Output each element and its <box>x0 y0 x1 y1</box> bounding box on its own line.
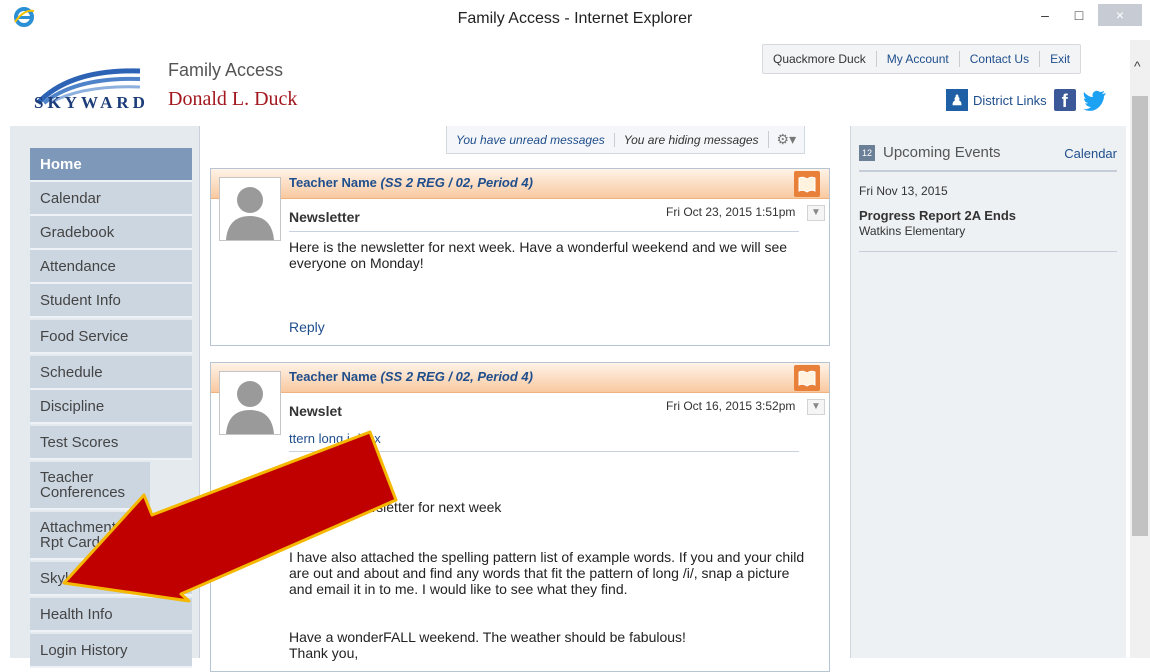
district-links-label[interactable]: District Links <box>973 93 1047 108</box>
event-school: Watkins Elementary <box>859 224 966 238</box>
teacher-name[interactable]: Teacher Name <box>289 175 377 190</box>
user-name: Quackmore Duck <box>773 52 866 66</box>
sidebar-item-attendance[interactable]: Attendance <box>30 250 192 284</box>
message-date: Fri Oct 23, 2015 1:51pm <box>666 205 796 219</box>
sidebar-item-discipline[interactable]: Discipline <box>30 390 192 424</box>
window-titlebar: Family Access - Internet Explorer – □ × <box>0 0 1150 40</box>
book-icon <box>794 171 820 197</box>
person-silhouette-icon <box>226 187 274 240</box>
avatar <box>219 177 281 241</box>
skyward-wordmark: SKYWARD <box>34 93 149 112</box>
events-title: Upcoming Events <box>883 144 1001 161</box>
message-from[interactable]: Teacher Name (SS 2 REG / 02, Period 4) <box>289 369 533 384</box>
page-header: SKYWARD Family Access Donald L. Duck Qua… <box>10 40 1126 126</box>
sidebar-nav: Home Calendar Gradebook Attendance Stude… <box>10 126 200 668</box>
sidebar-item-test-scores[interactable]: Test Scores <box>30 426 192 460</box>
sidebar-item-food-service[interactable]: Food Service <box>30 320 192 354</box>
message-subject: Newsletter <box>289 209 360 225</box>
top-navigation: Quackmore Duck My Account Contact Us Exi… <box>762 44 1082 74</box>
sidebar-item-calendar[interactable]: Calendar <box>30 182 192 216</box>
person-silhouette-icon <box>226 381 274 434</box>
message-greeting: oon, <box>289 463 317 479</box>
event-date: Fri Nov 13, 2015 <box>859 184 948 198</box>
exit-link[interactable]: Exit <box>1039 51 1080 67</box>
sidebar-item-attachments[interactable]: Attachments Rpt Cards <box>30 512 150 560</box>
attachment-link[interactable]: ttern long i.docx <box>289 431 381 446</box>
divider <box>289 231 799 232</box>
divider <box>289 451 799 452</box>
message-card: Teacher Name (SS 2 REG / 02, Period 4) F… <box>210 168 830 346</box>
teacher-name[interactable]: Teacher Name <box>289 369 377 384</box>
window-title: Family Access - Internet Explorer <box>457 10 693 27</box>
message-body-line: ere is the newsletter for next week <box>289 499 502 515</box>
app-name: Family Access <box>168 60 284 80</box>
maximize-button[interactable]: □ <box>1066 4 1092 26</box>
message-body-paragraph: I have also attached the spelling patter… <box>289 549 805 597</box>
district-links[interactable]: ♟ District Links f <box>946 86 1108 114</box>
events-header: 12 Upcoming Events Calendar <box>859 142 1117 172</box>
sidebar-item-student-info[interactable]: Student Info <box>30 284 192 318</box>
messages-bar: You have unread messages You are hiding … <box>446 126 806 154</box>
twitter-icon[interactable] <box>1082 89 1108 111</box>
message-date: Fri Oct 16, 2015 3:52pm <box>666 399 796 413</box>
message-body-paragraph: Have a wonderFALL weekend. The weather s… <box>289 629 686 645</box>
message-body: Here is the newsletter for next week. Ha… <box>289 239 788 271</box>
sidebar-item-teacher-conferences[interactable]: Teacher Conferences <box>30 462 150 510</box>
upcoming-events-panel: 12 Upcoming Events Calendar Fri Nov 13, … <box>850 126 1126 658</box>
sidebar-item-schedule[interactable]: Schedule <box>30 356 192 390</box>
divider <box>859 251 1117 252</box>
page-scrollbar[interactable]: ^ <box>1130 40 1150 658</box>
close-button[interactable]: × <box>1098 4 1142 26</box>
book-icon <box>794 365 820 391</box>
message-signoff: Thank you, <box>289 645 359 661</box>
event-name[interactable]: Progress Report 2A Ends <box>859 208 1016 223</box>
message-from[interactable]: Teacher Name (SS 2 REG / 02, Period 4) <box>289 175 533 190</box>
page-body: Home Calendar Gradebook Attendance Stude… <box>10 126 1126 672</box>
sidebar-item-skylert[interactable]: Skylert <box>30 562 192 596</box>
sidebar-item-home[interactable]: Home <box>30 148 192 182</box>
facebook-icon[interactable]: f <box>1053 89 1076 111</box>
calendar-link[interactable]: Calendar <box>1064 146 1117 161</box>
sidebar-item-login-history[interactable]: Login History <box>30 634 192 668</box>
class-info: (SS 2 REG / 02, Period 4) <box>380 175 533 190</box>
message-card: Teacher Name (SS 2 REG / 02, Period 4) F… <box>210 362 830 672</box>
message-options-dropdown[interactable]: ▼ <box>807 399 825 415</box>
scroll-up-icon[interactable]: ^ <box>1134 58 1141 74</box>
unread-messages-link[interactable]: You have unread messages <box>447 133 614 147</box>
sidebar-item-gradebook[interactable]: Gradebook <box>30 216 192 250</box>
class-info: (SS 2 REG / 02, Period 4) <box>380 369 533 384</box>
avatar <box>219 371 281 435</box>
student-name[interactable]: Donald L. Duck <box>168 88 297 111</box>
message-options-dropdown[interactable]: ▼ <box>807 205 825 221</box>
gear-icon[interactable]: ⚙▾ <box>767 131 805 148</box>
scroll-thumb[interactable] <box>1132 96 1148 536</box>
hiding-messages-link[interactable]: You are hiding messages <box>613 132 768 147</box>
district-links-icon: ♟ <box>946 89 968 111</box>
minimize-button[interactable]: – <box>1032 4 1058 26</box>
sidebar-item-health-info[interactable]: Health Info <box>30 598 192 632</box>
calendar-icon: 12 <box>859 145 875 161</box>
message-subject: Newslet <box>289 403 342 419</box>
my-account-link[interactable]: My Account <box>875 51 959 67</box>
contact-us-link[interactable]: Contact Us <box>958 51 1039 67</box>
messages-area: You have unread messages You are hiding … <box>200 126 850 672</box>
reply-link[interactable]: Reply <box>289 319 325 335</box>
